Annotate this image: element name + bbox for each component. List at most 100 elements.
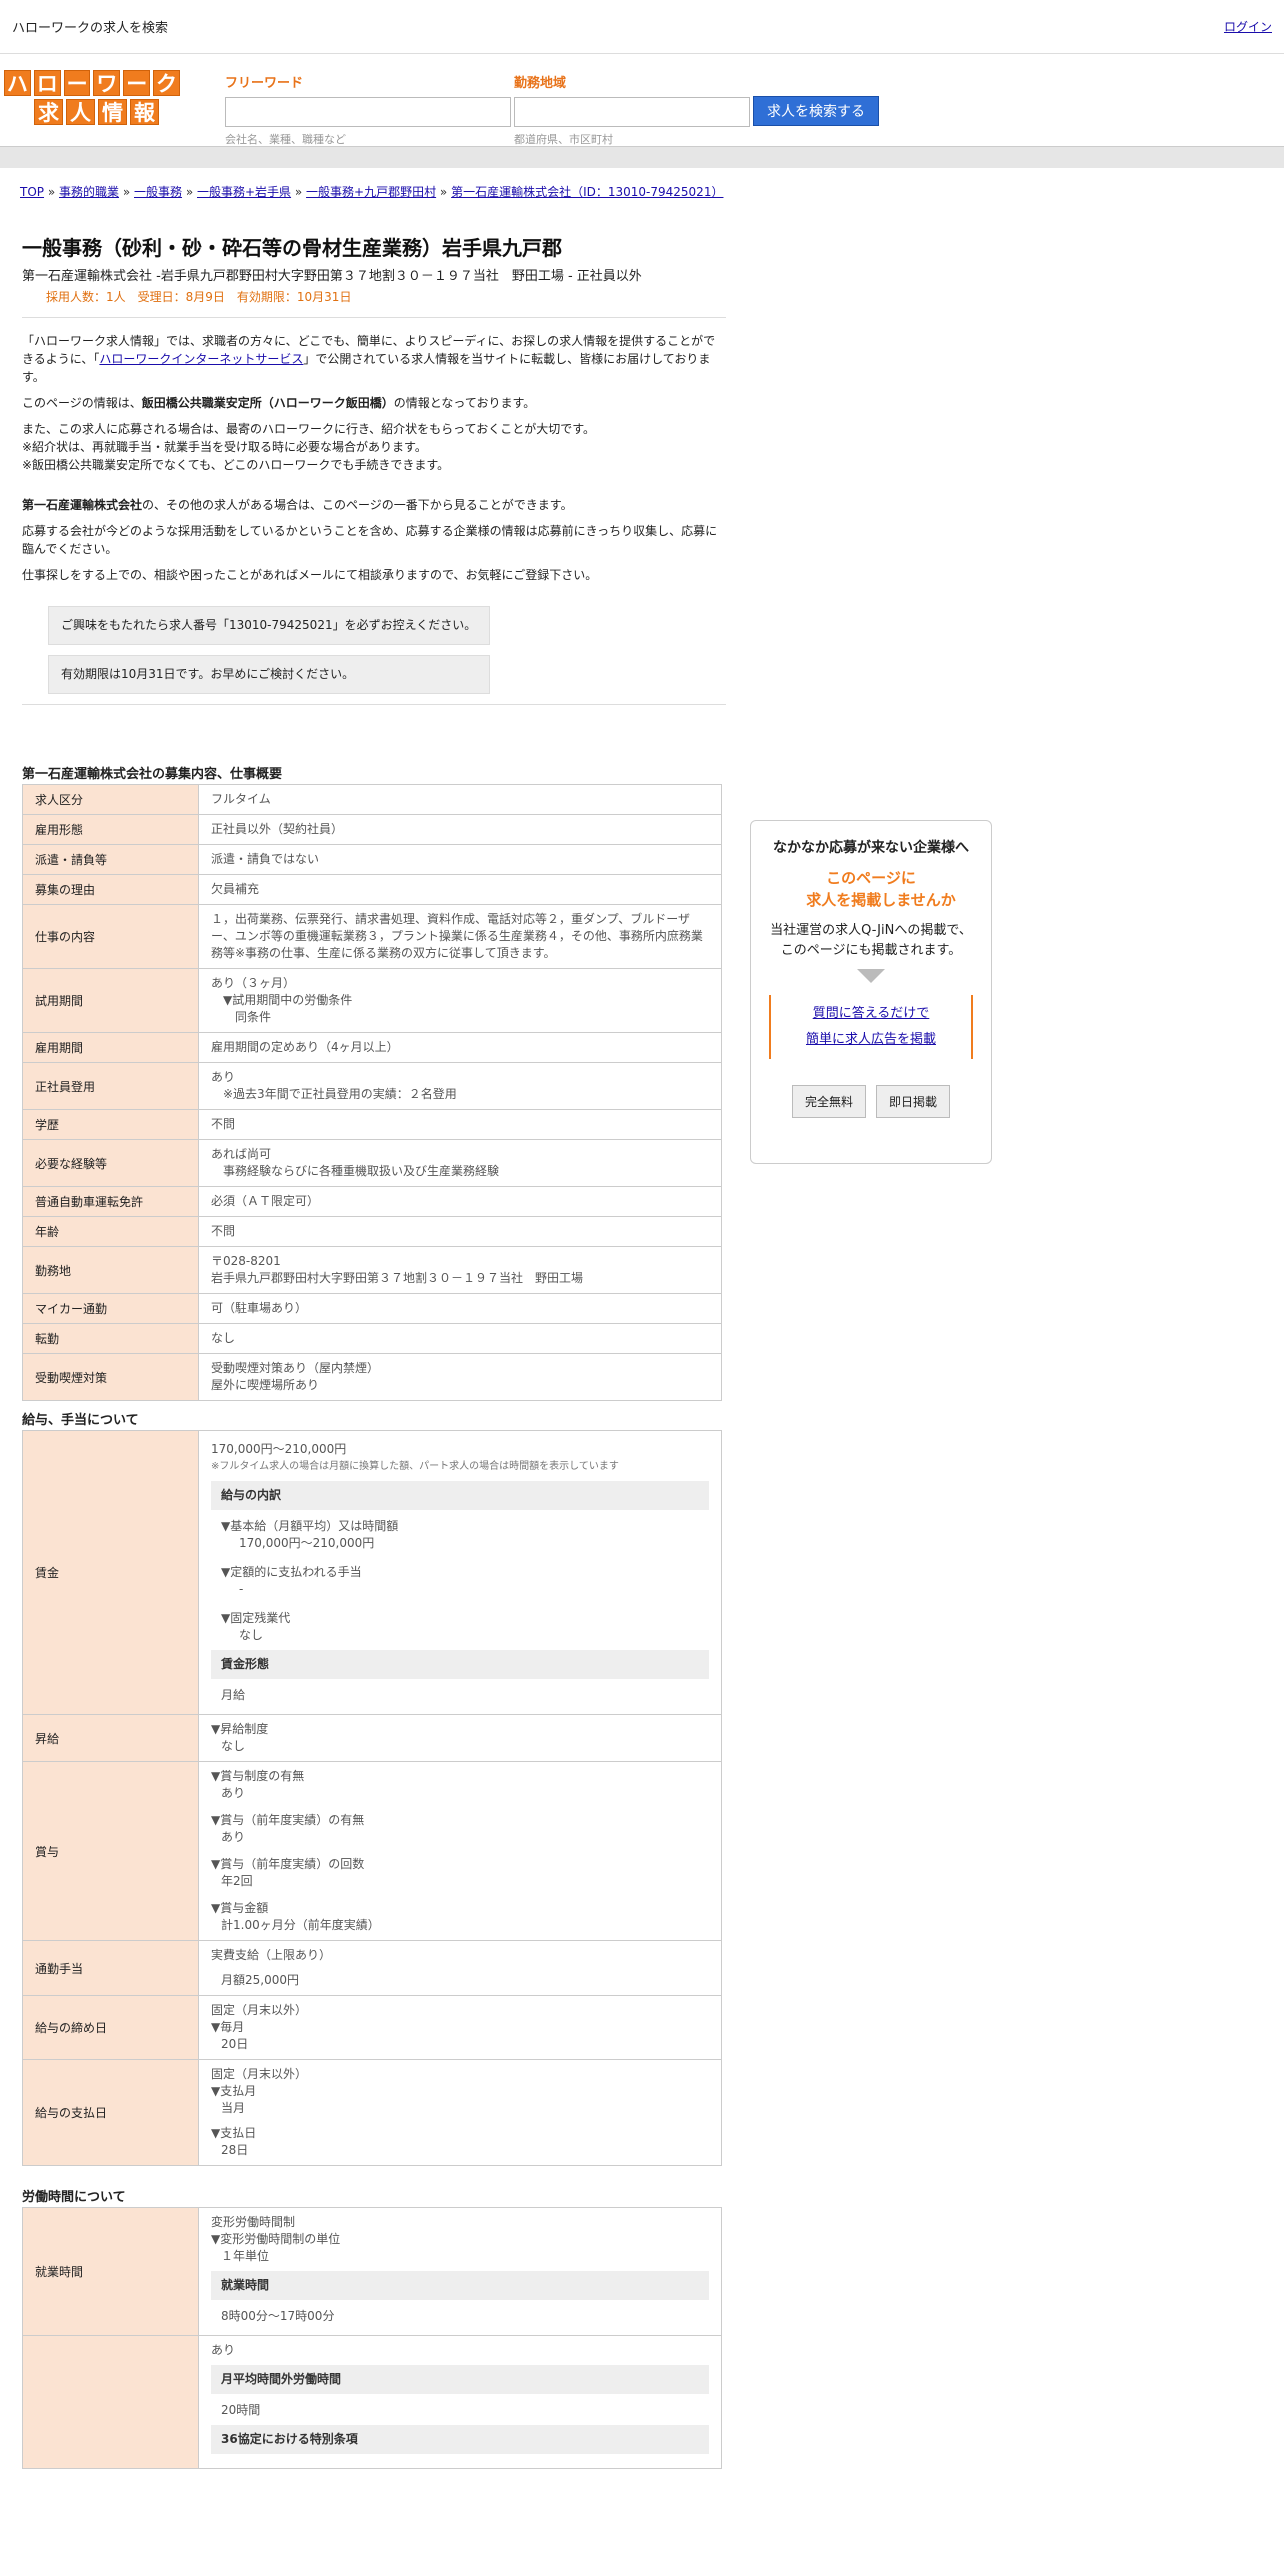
table-row: あり 月平均時間外労働時間 20時間 36協定における特別条項 (22, 2335, 722, 2469)
row-label: 派遣・請負等 (22, 844, 199, 875)
area-input[interactable] (514, 97, 750, 127)
row-value: 欠員補充 (198, 874, 722, 905)
table-row: 雇用形態 正社員以外（契約社員） (22, 814, 722, 845)
intro-p5: 応募する会社が今どのような採用活動をしているかということを含め、応募する企業様の… (22, 524, 718, 556)
logo-char: ロ (33, 70, 61, 96)
row-label: 雇用期間 (22, 1032, 199, 1063)
row-label: 仕事の内容 (22, 904, 199, 969)
search-button[interactable]: 求人を検索する (753, 96, 879, 126)
row-value: 雇用期間の定めあり（4ヶ月以上） (198, 1032, 722, 1063)
freeword-label: フリーワード (225, 76, 304, 91)
hellowork-logo[interactable]: ハローワーク 求人情報 (4, 70, 180, 125)
site-title: ハローワークの求人を検索 (12, 21, 169, 36)
expiry-notice: 有効期限は10月31日です。お早めにご検討ください。 (48, 655, 490, 694)
table-row: 派遣・請負等 派遣・請負ではない (22, 844, 722, 875)
intro-p2: このページの情報は、飯田橋公共職業安定所（ハローワーク飯田橋）の情報となっており… (22, 396, 536, 410)
section-salary-title: 給与、手当について (22, 1413, 139, 1428)
breadcrumb-separator: » (436, 185, 452, 199)
row-label: 必要な経験等 (22, 1139, 199, 1187)
table-row: 学歴 不問 (22, 1109, 722, 1140)
area-field: 勤務地域 都道府県、市区町村 (514, 72, 750, 147)
row-value: あり（３ヶ月） ▼試用期間中の労働条件 同条件 (198, 968, 722, 1033)
table-row: 試用期間 あり（３ヶ月） ▼試用期間中の労働条件 同条件 (22, 968, 722, 1033)
freeword-input[interactable] (225, 97, 511, 127)
section-hours-title: 労働時間について (22, 2190, 126, 2205)
breadcrumb-separator: » (291, 185, 307, 199)
logo-char: 情 (98, 99, 127, 125)
row-value: 受動喫煙対策あり（屋内禁煙） 屋外に喫煙場所あり (198, 1353, 722, 1401)
row-label: 正社員登用 (22, 1062, 199, 1110)
table-row: 勤務地 〒028-8201 岩手県九戸郡野田村大字野田第３７地割３０－１９７当社 野… (22, 1246, 722, 1294)
logo-char: ワ (93, 70, 121, 96)
breadcrumb-link[interactable]: TOP (20, 185, 44, 199)
intro-p4: 第一石産運輸株式会社の、その他の求人がある場合は、このページの一番下から見ること… (22, 498, 573, 512)
row-label: 普通自動車運転免許 (22, 1186, 199, 1217)
table-row: 昇給 ▼昇給制度 なし (22, 1714, 722, 1762)
row-value: 派遣・請負ではない (198, 844, 722, 875)
row-value: あれば尚可 事務経験ならびに各種重機取扱い及び生産業務経験 (198, 1139, 722, 1187)
table-row: 雇用期間 雇用期間の定めあり（4ヶ月以上） (22, 1032, 722, 1063)
area-label: 勤務地域 (514, 76, 567, 91)
breadcrumb-link[interactable]: 第一石産運輸株式会社（ID：13010-79425021） (451, 185, 723, 199)
job-subtitle: 第一石産運輸株式会社 -岩手県九戸郡野田村大字野田第３７地割３０－１９７当社 野… (22, 269, 642, 284)
row-label: 募集の理由 (22, 874, 199, 905)
table-row: 転勤 なし (22, 1323, 722, 1354)
breadcrumb-link[interactable]: 一般事務+九戸郡野田村 (306, 185, 436, 199)
table-row: マイカー通勤 可（駐車場あり） (22, 1293, 722, 1324)
table-row: 求人区分 フルタイム (22, 784, 722, 815)
intro-p1: 「ハローワーク求人情報」では、求職者の方々に、どこでも、簡単に、よりスピーディに… (22, 334, 716, 384)
down-arrow-icon (857, 969, 885, 983)
hellowork-internet-link[interactable]: ハローワークインターネットサービス (99, 352, 303, 366)
logo-char: ー (63, 70, 91, 96)
table-row: 給与の締め日 固定（月末以外） ▼毎月 20日 (22, 1995, 722, 2060)
row-value: 可（駐車場あり） (198, 1293, 722, 1324)
advertise-links: 質問に答えるだけで 簡単に求人広告を掲載 (769, 995, 973, 1059)
row-value: 不問 (198, 1109, 722, 1140)
table-row: 賃金 170,000円〜210,000円 ※フルタイム求人の場合は月額に換算した… (22, 1430, 722, 1715)
easy-post-link[interactable]: 簡単に求人広告を掲載 (771, 1027, 971, 1053)
job-title: 一般事務（砂利・砂・砕石等の骨材生産業務）岩手県九戸郡 (22, 236, 562, 260)
intro-p3: また、この求人に応募される場合は、最寄のハローワークに行き、紹介状をもらっておく… (22, 422, 596, 472)
row-value: 170,000円〜210,000円 ※フルタイム求人の場合は月額に換算した額、パ… (198, 1430, 722, 1715)
free-button[interactable]: 完全無料 (791, 1085, 866, 1118)
question-link[interactable]: 質問に答えるだけで (771, 1001, 971, 1027)
row-value: 不問 (198, 1216, 722, 1247)
overview-table: 求人区分 フルタイム 雇用形態 正社員以外（契約社員） 派遣・請負等 派遣・請負ではない募… (22, 784, 722, 1401)
row-value: 〒028-8201 岩手県九戸郡野田村大字野田第３７地割３０－１９７当社 野田工場 (198, 1246, 722, 1294)
login-link[interactable]: ログイン (1224, 18, 1272, 35)
row-label: マイカー通勤 (22, 1293, 199, 1324)
breadcrumb-link[interactable]: 一般事務+岩手県 (197, 185, 291, 199)
logo-char: ハ (4, 70, 31, 96)
intro-p6: 仕事探しをする上での、相談や困ったことがあればメールにて相談承りますので、お気軽… (22, 568, 598, 582)
advertise-text: 当社運営の求人Q-JiNへの掲載で、 このページにも掲載されます。 (770, 923, 972, 958)
row-label: 年齢 (22, 1216, 199, 1247)
table-row: 必要な経験等 あれば尚可 事務経験ならびに各種重機取扱い及び生産業務経験 (22, 1139, 722, 1187)
logo-char: 人 (66, 99, 95, 125)
row-label: 受動喫煙対策 (22, 1353, 199, 1401)
breadcrumb-link[interactable]: 事務的職業 (59, 185, 119, 199)
breadcrumb-link[interactable]: 一般事務 (134, 185, 182, 199)
advertise-box: なかなか応募が来ない企業様へ このページに 求人を掲載しませんか 当社運営の求人Q… (750, 820, 992, 1164)
same-day-button[interactable]: 即日掲載 (876, 1085, 951, 1118)
hours-table: 就業時間 変形労働時間制 ▼変形労働時間制の単位 １年単位 就業時間 8時00分〜17… (22, 2207, 722, 2469)
logo-char: 報 (130, 99, 159, 125)
job-number-notice: ご興味をもたれたら求人番号「13010-79425021」を必ずお控えください。 (48, 606, 490, 645)
table-row: 賞与 ▼賞与制度の有無 あり ▼賞与（前年度実績）の有無 あり ▼賞与（前年度実績）… (22, 1761, 722, 1941)
table-row: 仕事の内容 １，出荷業務、伝票発行、請求書処理、資料作成、電話対応等２，重ダンプ、… (22, 904, 722, 969)
row-value: 正社員以外（契約社員） (198, 814, 722, 845)
row-label: 賃金 (22, 1430, 199, 1715)
header-divider (0, 146, 1284, 168)
table-row: 通勤手当 実費支給（上限あり） 月額25,000円 (22, 1940, 722, 1996)
intro: 「ハローワーク求人情報」では、求職者の方々に、どこでも、簡単に、よりスピーディに… (22, 332, 726, 584)
table-row: 就業時間 変形労働時間制 ▼変形労働時間制の単位 １年単位 就業時間 8時00分〜17… (22, 2207, 722, 2336)
main-content: 一般事務（砂利・砂・砕石等の骨材生産業務）岩手県九戸郡 第一石産運輸株式会社 -… (22, 232, 726, 2469)
row-value: フルタイム (198, 784, 722, 815)
breadcrumb-separator: » (44, 185, 59, 199)
table-row: 正社員登用 あり ※過去3年間で正社員登用の実績：２名登用 (22, 1062, 722, 1110)
section-overview-title: 第一石産運輸株式会社の募集内容、仕事概要 (22, 767, 283, 782)
table-row: 受動喫煙対策 受動喫煙対策あり（屋内禁煙） 屋外に喫煙場所あり (22, 1353, 722, 1401)
logo-char: 求 (34, 99, 63, 125)
area-hint: 都道府県、市区町村 (514, 133, 613, 146)
freeword-hint: 会社名、業種、職種など (225, 133, 346, 146)
table-row: 募集の理由 欠員補充 (22, 874, 722, 905)
